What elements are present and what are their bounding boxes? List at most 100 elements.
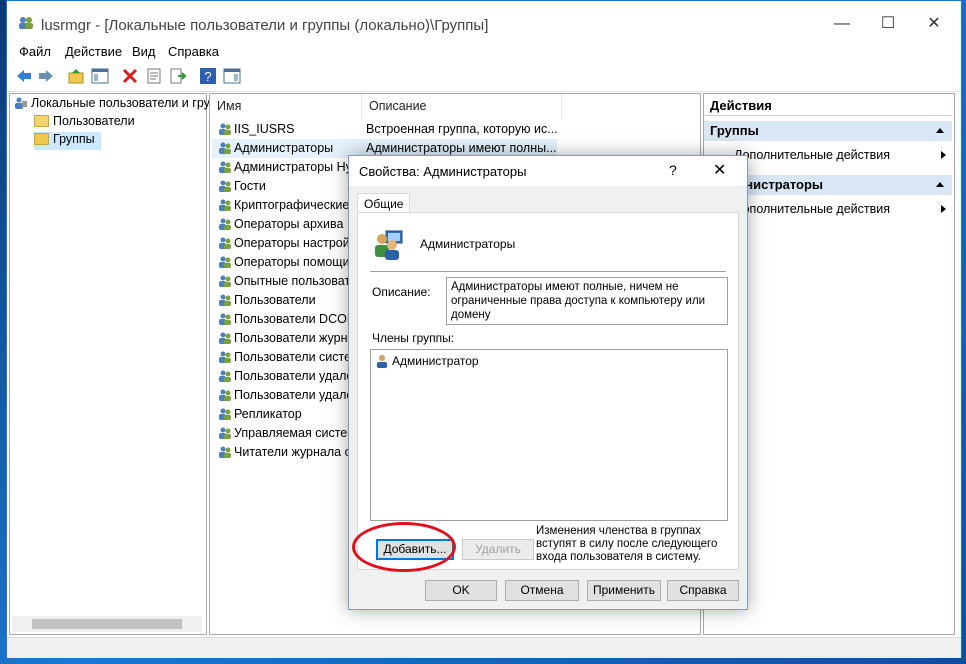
- more-actions-admins[interactable]: Дополнительные действия: [734, 202, 890, 216]
- row-name: Управляемая систем: [234, 426, 356, 440]
- menu-help[interactable]: Справка: [168, 44, 219, 59]
- group-icon: [219, 199, 231, 211]
- more-actions-admins-label: Дополнительные действия: [734, 202, 891, 216]
- tree-horizontal-scrollbar[interactable]: [12, 616, 202, 632]
- row-description: Администраторы имеют полны...: [366, 141, 557, 155]
- title-bar: lusrmgr - [Локальные пользователи и груп…: [7, 1, 961, 41]
- cancel-button[interactable]: Отмена: [505, 580, 579, 601]
- row-name: Репликатор: [234, 407, 302, 421]
- row-name: Операторы архива: [234, 217, 344, 231]
- row-name: Пользователи DCOM: [234, 312, 358, 326]
- export-list-icon[interactable]: [169, 67, 187, 85]
- tree-root[interactable]: Локальные пользователи и гру: [14, 96, 210, 114]
- row-name: Пользователи журна: [234, 331, 355, 345]
- group-icon: [219, 237, 231, 249]
- collapse-icon: [936, 128, 944, 133]
- row-name: Опытные пользовате: [234, 274, 358, 288]
- folder-open-icon: [34, 133, 49, 145]
- row-name: Администраторы Hy: [234, 160, 352, 174]
- show-hide-tree-icon[interactable]: [91, 67, 109, 85]
- row-name: Читатели журнала с.: [234, 445, 355, 459]
- actions-header: Действия: [704, 96, 952, 116]
- close-button[interactable]: ✕: [911, 9, 957, 39]
- group-icon: [375, 230, 403, 260]
- action-pane-icon[interactable]: [223, 67, 241, 85]
- more-actions-groups-label: Дополнительные действия: [734, 148, 891, 162]
- group-icon: [219, 142, 231, 154]
- row-description: Встроенная группа, которую ис...: [366, 122, 558, 136]
- status-bar: [7, 637, 961, 658]
- group-icon: [219, 123, 231, 135]
- menu-action[interactable]: Действие: [65, 44, 122, 59]
- submenu-arrow-icon: [941, 151, 946, 159]
- tree-item-users[interactable]: Пользователи: [34, 114, 135, 132]
- tree-item-groups[interactable]: Группы: [34, 132, 101, 150]
- computer-users-icon: [15, 97, 27, 109]
- members-label: Члены группы:: [372, 331, 455, 345]
- help-button[interactable]: Справка: [667, 580, 739, 601]
- menu-view[interactable]: Вид: [132, 44, 156, 59]
- group-icon: [219, 332, 231, 344]
- description-label: Описание:: [372, 285, 431, 299]
- folder-icon: [34, 115, 49, 127]
- group-icon: [219, 351, 231, 363]
- members-list[interactable]: Администратор: [370, 349, 728, 521]
- dialog-title: Свойства: Администраторы: [359, 164, 527, 179]
- member-name: Администратор: [392, 354, 479, 368]
- member-item[interactable]: Администратор: [375, 354, 479, 368]
- table-row[interactable]: IIS_IUSRS Встроенная группа, которую ис..…: [212, 120, 558, 139]
- user-icon: [377, 355, 387, 368]
- column-header-name[interactable]: Имя: [210, 94, 362, 118]
- menu-bar: Файл Действие Вид Справка: [7, 41, 961, 63]
- properties-icon[interactable]: [145, 67, 163, 85]
- row-name: Гости: [234, 179, 266, 193]
- forward-arrow-icon[interactable]: [37, 67, 55, 85]
- group-icon: [219, 427, 231, 439]
- menu-file[interactable]: Файл: [19, 44, 51, 59]
- up-folder-icon[interactable]: [67, 67, 85, 85]
- group-icon: [219, 275, 231, 287]
- row-name: Пользователи удале.: [234, 369, 357, 383]
- membership-note: Изменения членства в группах вступят в с…: [536, 525, 718, 563]
- group-icon: [219, 313, 231, 325]
- description-field[interactable]: Администраторы имеют полные, ничем не ог…: [446, 277, 728, 325]
- window-title: lusrmgr - [Локальные пользователи и груп…: [41, 17, 489, 34]
- group-icon: [219, 218, 231, 230]
- ok-button[interactable]: OK: [425, 580, 497, 601]
- group-icon: [219, 370, 231, 382]
- dialog-close-button[interactable]: ✕: [713, 160, 726, 180]
- remove-button[interactable]: Удалить: [462, 539, 534, 560]
- row-name: Пользователи: [234, 293, 316, 307]
- tree-item-groups-label: Группы: [53, 132, 95, 146]
- general-tab-panel: Администраторы Описание: Администраторы …: [357, 212, 739, 570]
- group-icon: [219, 446, 231, 458]
- group-icon: [219, 408, 231, 420]
- collapse-icon: [936, 182, 944, 187]
- column-header-description[interactable]: Описание: [362, 94, 562, 118]
- row-name: Операторы настройк: [234, 236, 356, 250]
- tab-general[interactable]: Общие: [357, 193, 411, 213]
- row-name: Операторы помощи: [234, 255, 350, 269]
- more-actions-groups[interactable]: Дополнительные действия: [734, 148, 890, 162]
- group-name: Администраторы: [420, 237, 516, 251]
- dialog-title-bar: Свойства: Администраторы ? ✕: [349, 156, 747, 186]
- tree-root-label: Локальные пользователи и гру: [31, 96, 210, 110]
- scrollbar-thumb[interactable]: [32, 619, 182, 629]
- tree-item-users-label: Пользователи: [53, 114, 135, 128]
- dialog-help-button[interactable]: ?: [669, 162, 677, 178]
- delete-icon[interactable]: [121, 67, 139, 85]
- maximize-button[interactable]: ☐: [865, 9, 911, 39]
- divider: [370, 271, 726, 272]
- group-icon: [219, 256, 231, 268]
- submenu-arrow-icon: [941, 205, 946, 213]
- back-arrow-icon[interactable]: [15, 67, 33, 85]
- help-icon[interactable]: ?: [199, 67, 217, 85]
- actions-section-groups[interactable]: Группы: [704, 121, 952, 141]
- highlight-ellipse: [352, 522, 456, 572]
- actions-section-groups-label: Группы: [710, 123, 759, 138]
- minimize-button[interactable]: —: [819, 9, 865, 39]
- apply-button[interactable]: Применить: [587, 580, 661, 601]
- toolbar: ?: [7, 63, 961, 92]
- svg-text:?: ?: [204, 69, 211, 84]
- group-icon: [219, 161, 231, 173]
